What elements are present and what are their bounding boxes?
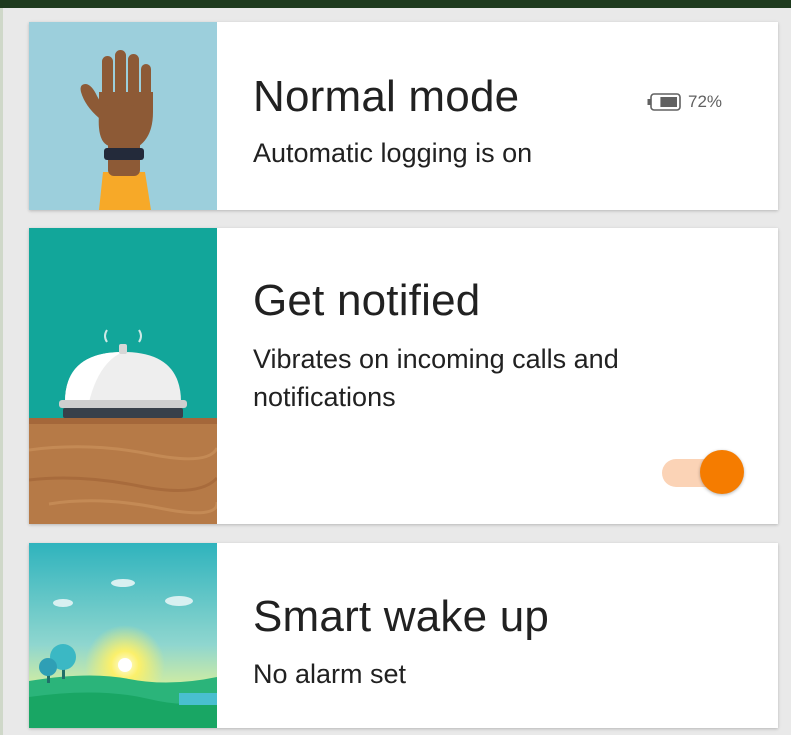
card-title: Normal mode [253,72,520,121]
card-normal-mode[interactable]: Normal mode 72% Automatic logging is on [29,22,778,210]
card-title: Get notified [253,276,481,325]
top-status-bar [0,0,791,8]
card-get-notified[interactable]: Get notified Vibrates on incoming calls … [29,228,778,524]
sunrise-landscape-icon [29,543,217,728]
left-edge-strip [0,8,3,735]
card-title: Smart wake up [253,592,550,641]
toggle-thumb [700,450,744,494]
card-subtitle: Vibrates on incoming calls and notificat… [253,344,619,412]
battery-percentage: 72% [688,92,723,111]
hand-wristband-icon [29,22,217,210]
card-smart-wake-up[interactable]: Smart wake up No alarm set [29,543,778,728]
battery-icon [647,93,681,111]
card-subtitle: No alarm set [253,659,407,689]
battery-indicator: 72% [647,92,722,112]
card-subtitle: Automatic logging is on [253,138,533,168]
service-bell-icon [29,228,217,524]
notifications-toggle[interactable] [660,450,744,494]
